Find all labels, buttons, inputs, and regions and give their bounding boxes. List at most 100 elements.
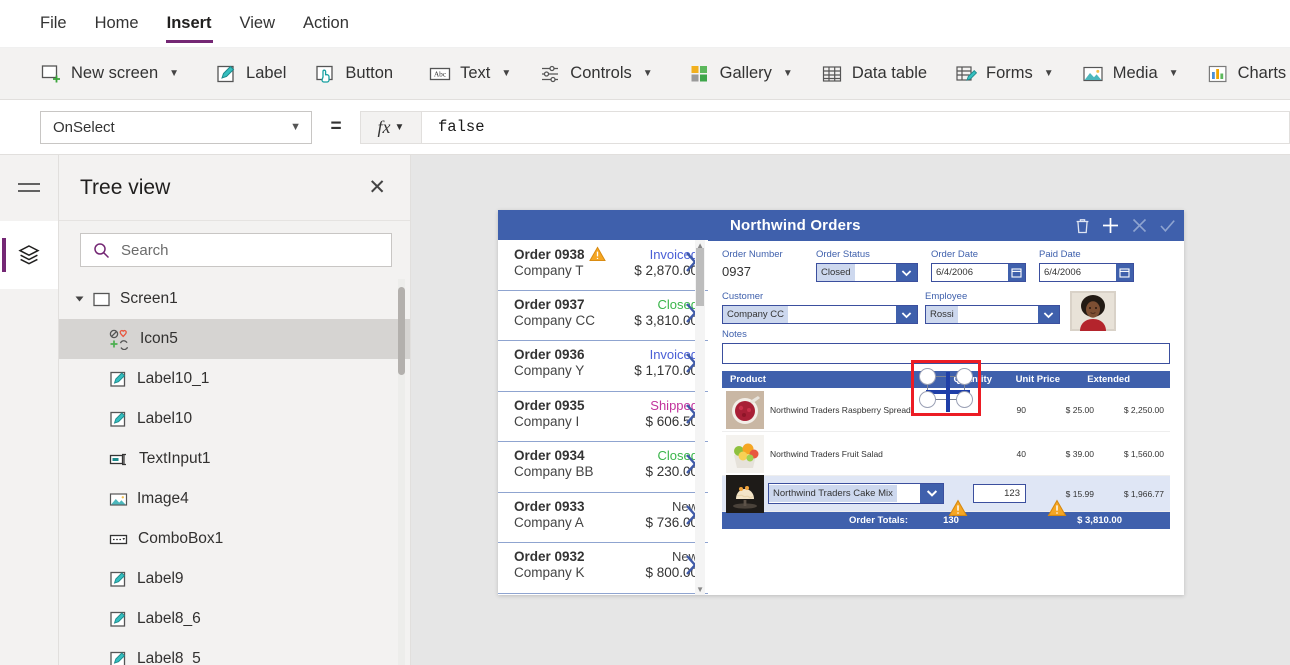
- warning-icon: [589, 246, 606, 262]
- chevron-down-icon[interactable]: [896, 264, 917, 281]
- order-number: Order 0936: [514, 347, 585, 362]
- scroll-down-icon[interactable]: ▼: [696, 585, 704, 594]
- cancel-icon[interactable]: [1131, 217, 1148, 234]
- new-screen-icon: [40, 63, 62, 85]
- tree-node-icon5[interactable]: Icon5: [59, 319, 410, 359]
- trash-icon[interactable]: [1075, 218, 1090, 234]
- icon-control-icon: [109, 329, 131, 350]
- plus-icon[interactable]: [1101, 216, 1120, 235]
- gallery-scrollbar-thumb[interactable]: [696, 248, 704, 306]
- tree-node-label9[interactable]: Label9: [59, 559, 410, 599]
- menu-item-view[interactable]: View: [226, 0, 289, 47]
- product-unit-price: $ 39.00: [1026, 449, 1094, 459]
- tree-node-label: Label8_6: [137, 610, 201, 628]
- paid-date-input[interactable]: 6/4/2006: [1039, 263, 1134, 282]
- ribbon-text[interactable]: Abc Text ▼: [415, 54, 525, 94]
- product-row[interactable]: Northwind Traders Fruit Salad 40 $ 39.00…: [722, 432, 1170, 476]
- employee-dropdown[interactable]: Rossi: [925, 305, 1060, 324]
- ribbon-charts[interactable]: Charts: [1193, 54, 1290, 94]
- order-number: Order 0938: [514, 247, 585, 262]
- warning-icon: [1047, 499, 1067, 517]
- company-name: Company K: [514, 565, 585, 580]
- tree-view-header: Tree view ✕: [59, 155, 410, 221]
- resize-handle-bottom-right[interactable]: [956, 391, 973, 408]
- move-crosshair-icon[interactable]: [946, 372, 950, 412]
- search-input[interactable]: Search: [80, 233, 392, 267]
- tree-node-label10-1[interactable]: Label10_1: [59, 359, 410, 399]
- gallery-row[interactable]: Order 0934 Closed Company BB $ 230.00: [498, 442, 708, 493]
- ribbon-controls[interactable]: Controls ▼: [525, 54, 666, 94]
- check-icon[interactable]: [1159, 217, 1176, 234]
- tree-node-label: Label10: [137, 410, 192, 428]
- control-selection-overlay[interactable]: [911, 360, 981, 416]
- gallery-row[interactable]: Order 0938 Invoiced Company T $ 2,870.00: [498, 240, 708, 291]
- ribbon-data-table[interactable]: Data table: [807, 54, 941, 94]
- product-quantity-input[interactable]: 123: [973, 484, 1026, 503]
- layers-icon: [16, 242, 42, 268]
- menu-item-home[interactable]: Home: [81, 0, 153, 47]
- menu-item-file[interactable]: File: [26, 0, 81, 47]
- ribbon-gallery[interactable]: Gallery ▼: [675, 54, 807, 94]
- tree-node-combobox1[interactable]: ComboBox1: [59, 519, 410, 559]
- tree-view-rail-button[interactable]: [0, 221, 58, 289]
- gallery-icon: [689, 63, 711, 85]
- calendar-icon[interactable]: [1008, 264, 1025, 281]
- expand-chevron-icon[interactable]: [76, 297, 84, 302]
- chevron-down-icon[interactable]: [1038, 306, 1059, 323]
- tree-node-image4[interactable]: Image4: [59, 479, 410, 519]
- fx-button[interactable]: fx ▼: [360, 111, 422, 144]
- employee-value: Rossi: [926, 306, 958, 323]
- customer-dropdown[interactable]: Company CC: [722, 305, 918, 324]
- gallery-row[interactable]: Order 0936 Invoiced Company Y $ 1,170.00: [498, 341, 708, 392]
- order-date-input[interactable]: 6/4/2006: [931, 263, 1026, 282]
- gallery-row[interactable]: Order 0933 New Company A $ 736.00: [498, 493, 708, 544]
- calendar-icon[interactable]: [1116, 264, 1133, 281]
- orders-gallery[interactable]: Order 0938 Invoiced Company T $ 2,870.00: [498, 210, 708, 595]
- product-combobox[interactable]: Northwind Traders Cake Mix: [768, 483, 944, 504]
- label-icon: [109, 410, 128, 429]
- product-row-editing[interactable]: Northwind Traders Cake Mix 123: [722, 476, 1170, 512]
- tree-node-screen1[interactable]: Screen1: [59, 279, 410, 319]
- chevron-down-icon[interactable]: [896, 306, 917, 323]
- gallery-row[interactable]: Order 0935 Shipped Company I $ 606.50: [498, 392, 708, 443]
- equals-sign: =: [312, 116, 360, 138]
- tree-node-label10[interactable]: Label10: [59, 399, 410, 439]
- label-icon: [109, 610, 128, 629]
- resize-handle-top-left[interactable]: [919, 368, 936, 385]
- insert-ribbon: New screen ▼ Label Button Abc Text ▼: [0, 48, 1290, 100]
- product-extended: $ 2,250.00: [1094, 405, 1170, 415]
- order-status-dropdown[interactable]: Closed: [816, 263, 918, 282]
- ribbon-button[interactable]: Button: [300, 54, 407, 94]
- ribbon-label[interactable]: Label: [201, 54, 300, 94]
- gallery-row[interactable]: Order 0937 Closed Company CC $ 3,810.00: [498, 291, 708, 342]
- menu-item-action[interactable]: Action: [289, 0, 363, 47]
- tree-scrollbar-thumb[interactable]: [398, 287, 405, 375]
- form-title: Northwind Orders: [730, 217, 861, 234]
- ribbon-label: Media: [1113, 64, 1158, 83]
- field-label: Employee: [925, 291, 1070, 302]
- chevron-down-icon[interactable]: [920, 484, 943, 503]
- chevron-down-icon: ▼: [1169, 68, 1179, 79]
- tree-node-textinput1[interactable]: TextInput1: [59, 439, 410, 479]
- formula-input[interactable]: false: [422, 111, 1290, 144]
- field-notes: Notes: [722, 329, 1170, 364]
- ribbon-label: New screen: [71, 64, 158, 83]
- close-icon[interactable]: ✕: [368, 177, 386, 198]
- property-dropdown[interactable]: OnSelect ▼: [40, 111, 312, 144]
- ribbon-media[interactable]: Media ▼: [1068, 54, 1193, 94]
- resize-handle-bottom-left[interactable]: [919, 391, 936, 408]
- ribbon-new-screen[interactable]: New screen ▼: [26, 54, 193, 94]
- product-name: Northwind Traders Cake Mix: [769, 485, 897, 502]
- tree-node-label8-5[interactable]: Label8_5: [59, 639, 410, 665]
- ribbon-forms[interactable]: Forms ▼: [941, 54, 1068, 94]
- hamburger-button[interactable]: [0, 155, 58, 221]
- order-number: Order 0935: [514, 398, 585, 413]
- tree-view-title: Tree view: [80, 176, 170, 200]
- tree-node-label8-6[interactable]: Label8_6: [59, 599, 410, 639]
- tree-node-label: Label8_5: [137, 650, 201, 665]
- gallery-row[interactable]: Order 0932 New Company K $ 800.00: [498, 543, 708, 594]
- resize-handle-top-right[interactable]: [956, 368, 973, 385]
- company-name: Company T: [514, 263, 584, 278]
- menu-item-insert[interactable]: Insert: [153, 0, 226, 47]
- form-header: Northwind Orders: [708, 210, 1184, 241]
